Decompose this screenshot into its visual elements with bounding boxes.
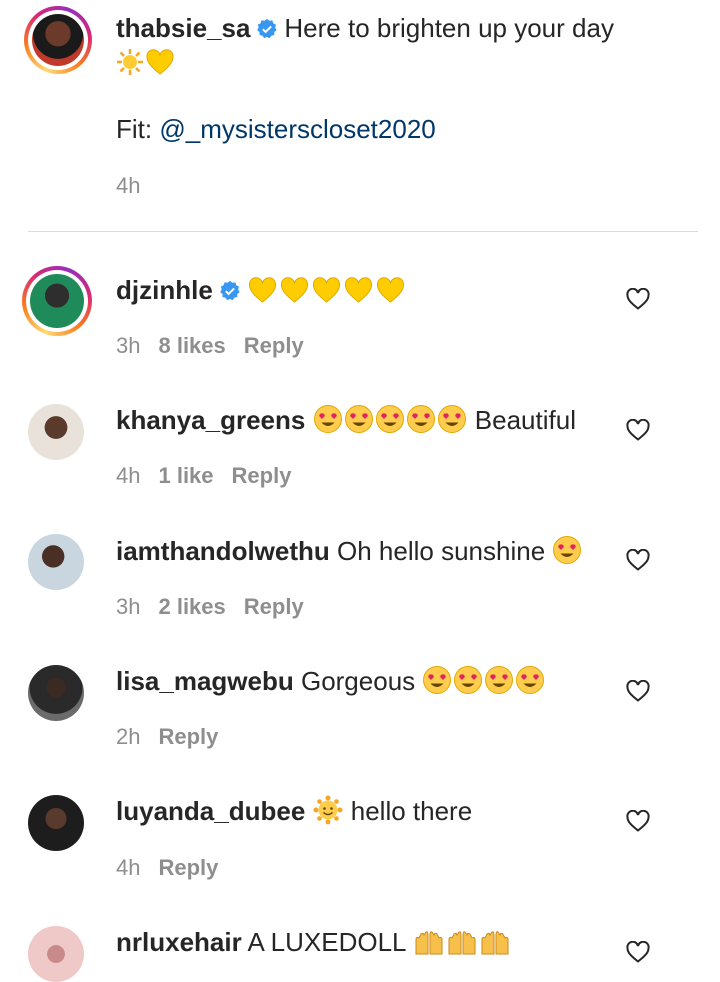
caption-meta: 4h [116, 172, 158, 200]
reply-button[interactable]: Reply [158, 854, 218, 882]
caption-fit-line: Fit: @_mysisterscloset2020 [116, 112, 436, 146]
verified-badge-icon [219, 276, 241, 310]
like-heart-icon[interactable] [626, 680, 650, 702]
caption-emoji-line [116, 45, 176, 84]
comment-meta: 2h Reply [116, 723, 236, 751]
comment-text: Gorgeous [300, 666, 416, 696]
comment-username[interactable]: iamthandolwethu [116, 536, 330, 566]
comment-line: djzinhle [116, 273, 407, 312]
comment-time: 4h [116, 855, 141, 880]
like-heart-icon[interactable] [626, 810, 650, 832]
yellow-heart-icon [145, 48, 175, 84]
avatar[interactable] [28, 404, 84, 460]
comment-line: khanya_greens Beautiful [116, 403, 576, 442]
avatar[interactable] [28, 665, 84, 721]
caption-divider [28, 231, 698, 232]
heart-eyes-icon [515, 665, 545, 703]
yellow-heart-icon [311, 276, 342, 312]
yellow-heart-icon [375, 276, 406, 312]
comment-username[interactable]: nrluxehair [116, 927, 242, 957]
like-heart-icon[interactable] [626, 419, 650, 441]
comment-meta: 4h Reply [116, 854, 236, 882]
reply-button[interactable]: Reply [244, 593, 304, 621]
avatar[interactable] [28, 534, 84, 590]
yellow-heart-icon [247, 276, 278, 312]
comment-likes[interactable]: 1 like [158, 462, 213, 490]
like-heart-icon[interactable] [626, 288, 650, 310]
comment-likes[interactable]: 8 likes [158, 332, 225, 360]
comment-line: iamthandolwethu Oh hello sunshine [116, 534, 583, 573]
reply-button[interactable]: Reply [232, 462, 292, 490]
raising-hands-icon [479, 930, 511, 964]
fit-mention-link[interactable]: @_mysisterscloset2020 [159, 114, 435, 144]
heart-eyes-icon [313, 404, 343, 442]
comment-text: hello there [350, 796, 473, 826]
heart-eyes-icon [552, 535, 582, 573]
heart-eyes-icon [437, 404, 467, 442]
comment-line: nrluxehair A LUXEDOLL [116, 925, 512, 964]
comment-meta: 4h 1 like Reply [116, 462, 309, 490]
fit-label: Fit: [116, 114, 153, 144]
caption-username[interactable]: thabsie_sa [116, 13, 250, 43]
comment-text: Oh hello sunshine [337, 536, 546, 566]
reply-button[interactable]: Reply [244, 332, 304, 360]
comment-username[interactable]: khanya_greens [116, 405, 305, 435]
comment-likes[interactable]: 2 likes [158, 593, 225, 621]
comment-time: 3h [116, 333, 141, 358]
comment-meta: 3h 2 likes Reply [116, 593, 322, 621]
raising-hands-icon [413, 930, 445, 964]
comment-time: 4h [116, 463, 141, 488]
sun-face-icon [313, 795, 343, 833]
heart-eyes-icon [484, 665, 514, 703]
heart-eyes-icon [344, 404, 374, 442]
yellow-heart-icon [279, 276, 310, 312]
comment-time: 3h [116, 594, 141, 619]
yellow-heart-icon [343, 276, 374, 312]
comment-line: luyanda_dubee hello there [116, 794, 472, 833]
sun-icon [116, 48, 144, 84]
caption-first-line: thabsie_sa Here to brighten up your day [116, 11, 614, 48]
comment-time: 2h [116, 724, 141, 749]
comment-text: A LUXEDOLL [247, 927, 406, 957]
heart-eyes-icon [453, 665, 483, 703]
avatar[interactable] [28, 926, 84, 982]
verified-badge-icon [256, 14, 278, 48]
comment-meta: 3h 8 likes Reply [116, 332, 322, 360]
comment-username[interactable]: lisa_magwebu [116, 666, 294, 696]
raising-hands-icon [446, 930, 478, 964]
reply-button[interactable]: Reply [158, 723, 218, 751]
comment-line: lisa_magwebu Gorgeous [116, 664, 546, 703]
like-heart-icon[interactable] [626, 549, 650, 571]
comment-text: Beautiful [474, 405, 576, 435]
heart-eyes-icon [422, 665, 452, 703]
heart-eyes-icon [406, 404, 436, 442]
caption-time: 4h [116, 173, 141, 198]
avatar[interactable] [28, 795, 84, 851]
comment-username[interactable]: djzinhle [116, 275, 213, 305]
caption-text: Here to brighten up your day [284, 13, 614, 43]
heart-eyes-icon [375, 404, 405, 442]
comment-username[interactable]: luyanda_dubee [116, 796, 305, 826]
